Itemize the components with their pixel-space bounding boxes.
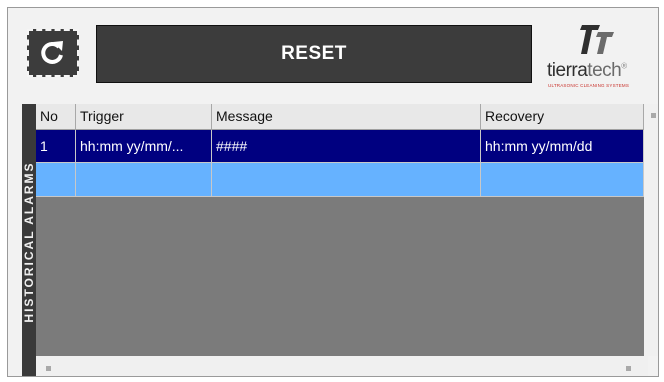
tierratech-logo: tierratech® ULTRASONIC CLEANING SYSTEMS: [538, 22, 656, 92]
column-header-no[interactable]: No: [36, 104, 76, 130]
logo-tagline: ULTRASONIC CLEANING SYSTEMS: [548, 83, 630, 88]
reset-button[interactable]: RESET: [96, 25, 532, 83]
scroll-up-handle[interactable]: [651, 113, 656, 118]
cell-trigger[interactable]: hh:mm yy/mm/...: [76, 130, 212, 163]
vertical-scrollbar[interactable]: [644, 104, 658, 356]
historical-alarms-panel: RESET tierratech® ULTRASONIC CLEANING SY…: [7, 7, 659, 377]
cell-message[interactable]: ####: [212, 130, 481, 163]
column-header-recovery[interactable]: Recovery: [481, 104, 644, 130]
tierratech-logo-mark: [580, 25, 614, 54]
cell-trigger[interactable]: [76, 163, 212, 197]
logo-brand-part2: tech: [587, 60, 622, 81]
scroll-right-handle[interactable]: [626, 366, 631, 371]
alarms-table: No Trigger Message Recovery 1 hh:mm yy/m…: [36, 104, 658, 356]
column-header-message[interactable]: Message: [212, 104, 481, 130]
cell-recovery[interactable]: hh:mm yy/mm/dd: [481, 130, 644, 163]
sidebar-label: HISTORICAL ALARMS: [22, 161, 36, 323]
historical-alarms-sidebar: HISTORICAL ALARMS: [22, 104, 36, 376]
cell-message[interactable]: [212, 163, 481, 197]
table-row[interactable]: [36, 163, 644, 197]
scroll-left-handle[interactable]: [46, 366, 51, 371]
logo-registered-mark: ®: [621, 61, 627, 71]
refresh-button[interactable]: [27, 29, 79, 77]
column-header-trigger[interactable]: Trigger: [76, 104, 212, 130]
table-row[interactable]: 1 hh:mm yy/mm/... #### hh:mm yy/mm/dd: [36, 130, 644, 163]
cell-no[interactable]: 1: [36, 130, 76, 163]
horizontal-scrollbar[interactable]: [36, 356, 648, 376]
cell-recovery[interactable]: [481, 163, 644, 197]
logo-brand-part1: tierra: [547, 60, 588, 81]
cell-no[interactable]: [36, 163, 76, 197]
refresh-icon: [41, 41, 63, 64]
